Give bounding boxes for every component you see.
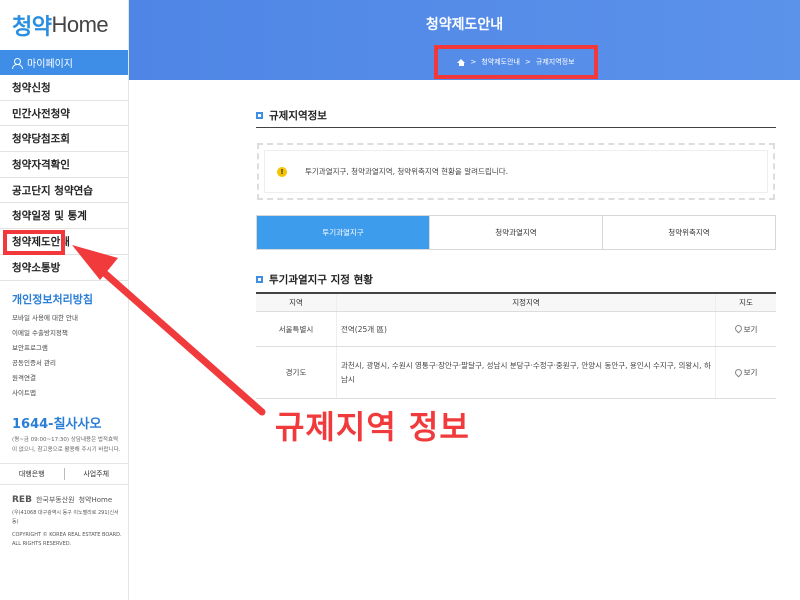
breadcrumb-item-current[interactable]: 규제지역정보 — [536, 57, 575, 67]
region-table: 지역 지정지역 지도 서울특별시 전역(25개 區) 보기 경기도 과천시, 광… — [256, 292, 776, 399]
notice-box: ! 투기과열지구, 청약과열지역, 청약위축지역 현황을 알려드립니다. — [257, 143, 775, 200]
divider — [256, 127, 776, 128]
mypage-button[interactable]: 마이페이지 — [0, 50, 128, 75]
sub-link-certificate[interactable]: 공동인증서 관리 — [12, 356, 128, 371]
map-view-button[interactable]: 보기 — [716, 347, 776, 398]
annotation-label: 규제지역 정보 — [275, 408, 470, 446]
chevron-right-icon: > — [525, 58, 531, 66]
map-pin-icon — [735, 369, 741, 377]
sub-link-mobile[interactable]: 모바일 사용에 대한 안내 — [12, 311, 128, 326]
footer-link-bank[interactable]: 대행은행 — [0, 469, 64, 479]
map-pin-icon — [735, 325, 741, 333]
person-icon — [12, 58, 23, 69]
sidebar: 청약 Home 마이페이지 청약신청 민간사전청약 청약당첨조회 청약자격확인 공… — [0, 0, 129, 600]
tab-subscription-contracted[interactable]: 청약위축지역 — [603, 216, 775, 249]
menu-item-winner-lookup[interactable]: 청약당첨조회 — [0, 126, 128, 153]
reb-logo: REB — [12, 494, 32, 505]
region-tabs: 투기과열지구 청약과열지역 청약위축지역 — [256, 215, 776, 250]
org-name: 한국부동산원 — [35, 495, 75, 504]
home-icon[interactable] — [457, 58, 466, 66]
map-view-label: 보기 — [743, 368, 758, 377]
section-title-regulation: 규제지역정보 — [256, 108, 327, 123]
square-bullet-icon — [256, 112, 263, 119]
sidebar-sub-links: 모바일 사용에 대한 안내 이메일 수출방지정책 보안프로그램 공동인증서 관리… — [0, 311, 128, 401]
menu-item-eligibility-check[interactable]: 청약자격확인 — [0, 152, 128, 178]
mypage-label: 마이페이지 — [27, 59, 73, 70]
map-view-label: 보기 — [743, 324, 758, 334]
address: (우)41068 대구광역시 동구 이노밸리로 291(신서동) — [12, 509, 119, 525]
phone-number: 1644-칠사사오 — [12, 416, 102, 432]
map-view-button[interactable]: 보기 — [716, 312, 776, 346]
copyright: COPYRIGHT © KOREA REAL ESTATE BOARD. ALL… — [12, 531, 122, 547]
breadcrumb-item[interactable]: 청약제도안내 — [481, 57, 520, 67]
tab-speculation-overheated[interactable]: 투기과열지구 — [257, 216, 430, 249]
sub-link-security[interactable]: 보안프로그램 — [12, 341, 128, 356]
cell-region: 서울특별시 — [278, 324, 314, 334]
org-logo: REB 한국부동산원 청약Home — [0, 495, 128, 505]
notice-text: 투기과열지구, 청약과열지역, 청약위축지역 현황을 알려드립니다. — [305, 167, 508, 176]
cell-areas: 전역(25개 區) — [336, 312, 716, 346]
section-title-text: 투기과열지구 지정 현황 — [269, 274, 373, 286]
section-title-status: 투기과열지구 지정 현황 — [256, 272, 373, 287]
cell-region: 경기도 — [285, 368, 307, 377]
menu-item-private-pre-apply[interactable]: 민간사전청약 — [0, 101, 128, 127]
chevron-right-icon: > — [470, 58, 477, 66]
square-bullet-icon — [256, 276, 263, 283]
highlight-box — [3, 230, 65, 256]
footer-link-business[interactable]: 사업주체 — [65, 469, 129, 479]
privacy-policy-link[interactable]: 개인정보처리방침 — [0, 291, 128, 307]
menu-item-system-guide[interactable]: 청약제도안내 — [0, 229, 128, 256]
table-header: 지역 지정지역 지도 — [256, 294, 776, 312]
org-brand: 청약Home — [78, 495, 113, 504]
breadcrumb: > 청약제도안내 > 규제지역정보 — [434, 45, 598, 79]
page-title: 청약제도안내 — [425, 17, 504, 33]
phone-note: (평~금 09:00~17:30) 상담내용은 법적효력이 없으니, 참고용으로… — [12, 436, 121, 453]
alert-icon: ! — [277, 166, 287, 177]
table-row: 서울특별시 전역(25개 區) 보기 — [256, 312, 776, 347]
site-logo[interactable]: 청약 Home — [0, 0, 128, 50]
menu-item-communication[interactable]: 청약소통방 — [0, 255, 128, 281]
menu-item-apply[interactable]: 청약신청 — [0, 75, 128, 101]
menu-item-practice[interactable]: 공고단지 청약연습 — [0, 178, 128, 204]
column-header-region: 지역 — [289, 298, 303, 307]
column-header-areas: 지정지역 — [336, 294, 716, 311]
sub-link-remote[interactable]: 원격연결 — [12, 371, 128, 386]
logo-text-ko: 청약 — [12, 15, 52, 40]
logo-text-en: Home — [51, 12, 109, 37]
footer-links: 대행은행 사업주체 — [0, 462, 129, 485]
sub-link-email[interactable]: 이메일 수출방지정책 — [12, 326, 128, 341]
menu-item-schedule-stats[interactable]: 청약일정 및 통계 — [0, 203, 128, 230]
cell-areas: 과천시, 광명시, 수원시 영통구·장안구·팔달구, 성남시 분당구·수정구·중… — [336, 347, 716, 398]
tab-subscription-overheated[interactable]: 청약과열지역 — [430, 216, 603, 249]
table-row: 경기도 과천시, 광명시, 수원시 영통구·장안구·팔달구, 성남시 분당구·수… — [256, 347, 776, 399]
sub-link-sitemap[interactable]: 사이트맵 — [12, 386, 128, 401]
page-header: 청약제도안내 > 청약제도안내 > 규제지역정보 — [129, 0, 800, 80]
column-header-map: 지도 — [739, 298, 753, 307]
section-title-text: 규제지역정보 — [269, 110, 327, 122]
